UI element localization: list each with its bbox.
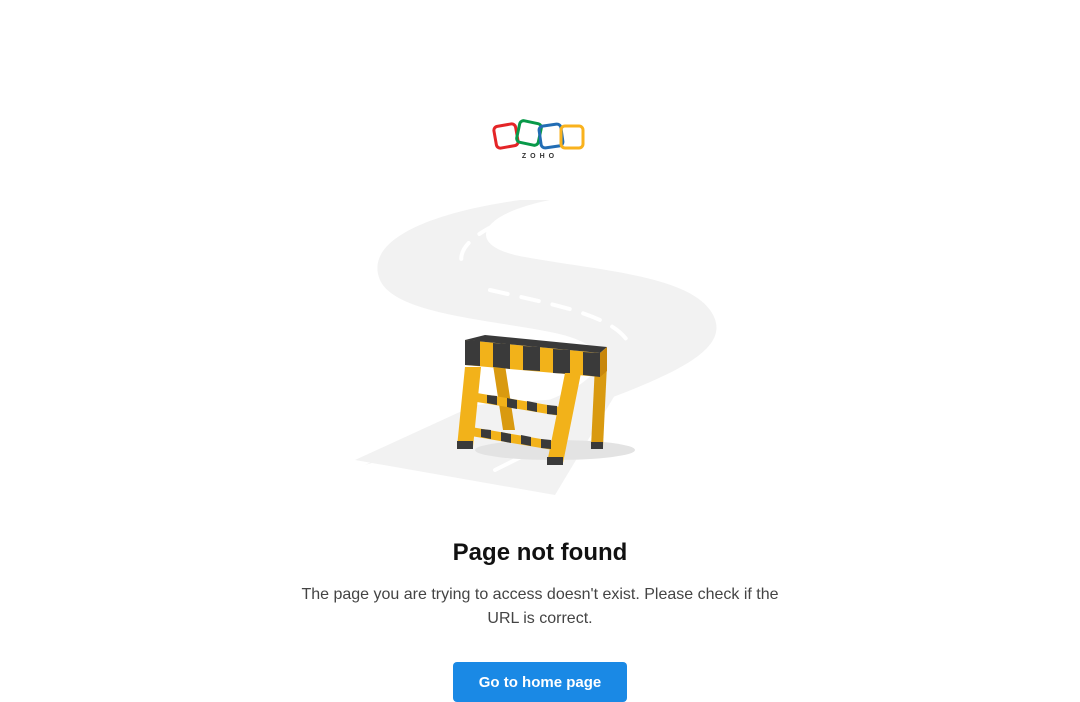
zoho-logo-icon [492,119,585,150]
page-title: Page not found [452,539,628,566]
error-page: ZOHO Page not found The page you are try… [0,0,1080,702]
zoho-logo: ZOHO [490,118,590,166]
road-barricade-illustration [355,200,717,495]
error-message: The page you are trying to access doesn'… [301,586,779,627]
barricade-foot [547,457,563,465]
logo-wordmark: ZOHO [521,153,559,160]
barricade-foot [591,442,603,449]
barricade-foot [457,441,473,449]
go-home-button[interactable]: Go to home page [453,662,627,702]
